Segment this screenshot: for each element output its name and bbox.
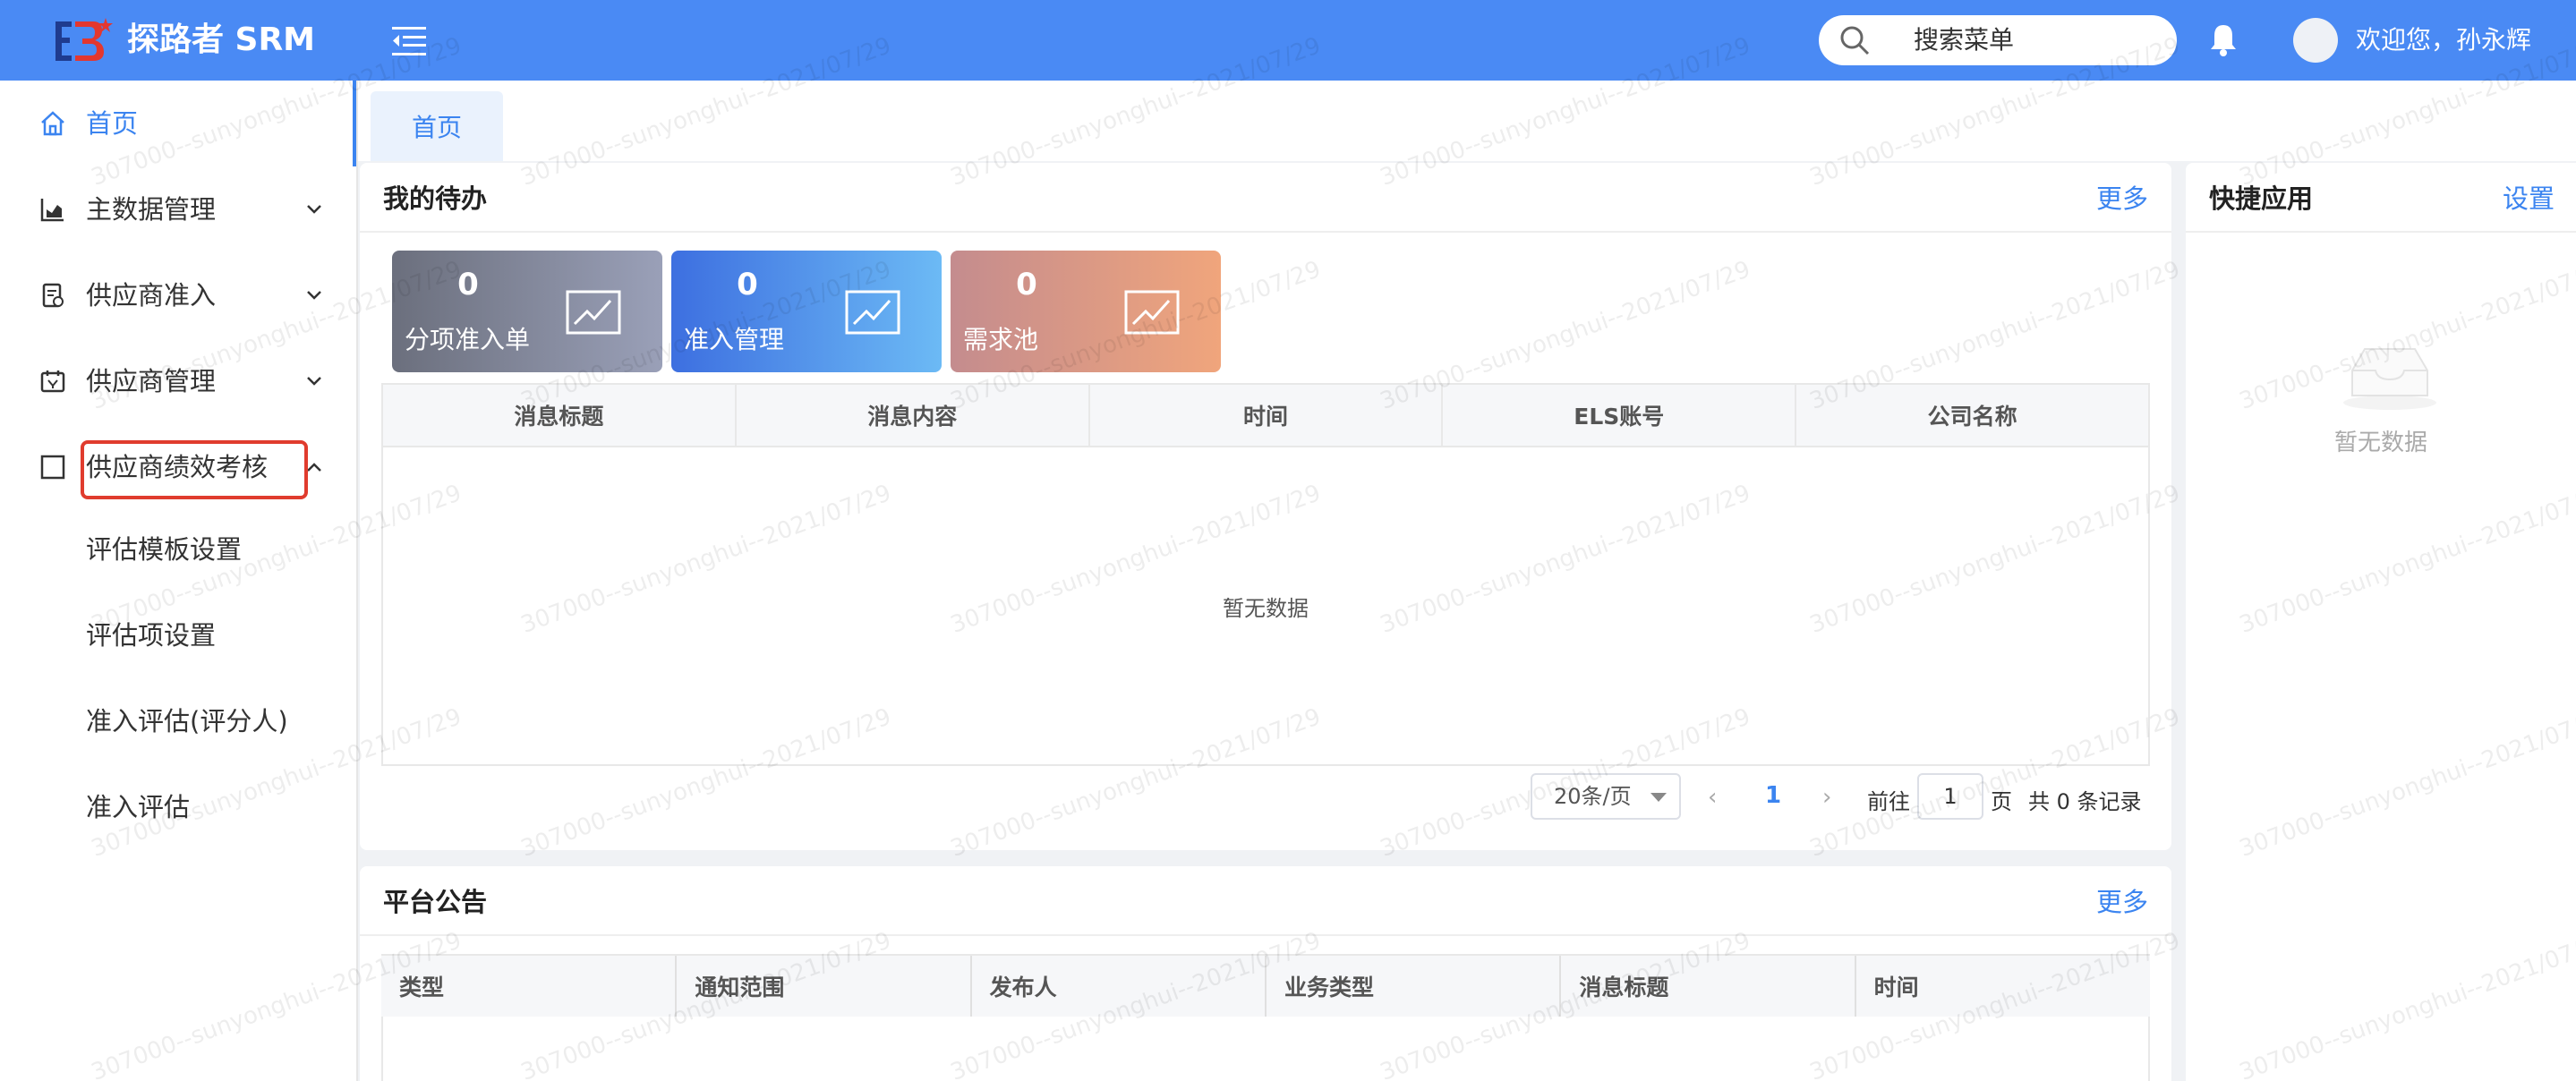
trend-chart-icon (566, 290, 621, 335)
home-icon (41, 111, 64, 136)
sidebar-item-supplier-access[interactable]: 供应商准入 (0, 252, 356, 338)
trend-chart-icon (1124, 290, 1180, 335)
page-size-select[interactable]: 20条/页 (1531, 773, 1681, 820)
column-header[interactable]: 消息标题 (1559, 954, 1855, 1018)
stat-count: 0 (457, 267, 479, 302)
square-icon (40, 455, 65, 480)
trend-chart-icon (845, 290, 900, 335)
notice-title: 平台公告 (383, 887, 488, 917)
sidebar: 首页 主数据管理 供应商准入 供应商管理 供应商绩效考核 评估模板设置 评估项设… (0, 81, 358, 1081)
notice-more-link[interactable]: 更多 (2096, 884, 2148, 920)
next-page-icon[interactable]: › (1822, 784, 1831, 811)
notice-table: 类型 通知范围 发布人 业务类型 消息标题 时间 (381, 954, 2150, 1018)
menu-search-input[interactable]: 搜索菜单 (1819, 15, 2177, 65)
column-header[interactable]: 类型 (381, 954, 677, 1018)
page-size-value: 20条/页 (1554, 784, 1632, 809)
menu-toggle-icon[interactable] (388, 20, 430, 61)
sidebar-item-supplier-manage[interactable]: 供应商管理 (0, 338, 356, 424)
top-header: 探路者 SRM 搜索菜单 欢迎您，孙永辉 (0, 0, 2576, 81)
sidebar-item-master-data[interactable]: 主数据管理 (0, 166, 356, 252)
calendar-icon (40, 370, 65, 393)
chevron-down-icon (307, 377, 321, 386)
column-header[interactable]: 时间 (1088, 383, 1444, 447)
column-header[interactable]: ELS账号 (1441, 383, 1797, 447)
stat-label: 需求池 (963, 325, 1039, 354)
sidebar-item-label: 供应商管理 (86, 366, 217, 396)
chevron-down-icon (307, 205, 321, 214)
column-header[interactable]: 消息标题 (381, 383, 737, 447)
chevron-down-icon (307, 291, 321, 300)
stat-card-access-manage[interactable]: 0 准入管理 (671, 251, 942, 372)
current-page[interactable]: 1 (1765, 782, 1781, 809)
search-placeholder: 搜索菜单 (1914, 25, 2015, 55)
todo-title: 我的待办 (383, 183, 488, 214)
stat-count: 0 (737, 267, 758, 302)
tab-home[interactable]: 首页 (371, 91, 503, 161)
welcome-user[interactable]: 欢迎您，孙永辉 (2356, 23, 2531, 57)
column-header[interactable]: 发布人 (969, 954, 1266, 1018)
prev-page-icon[interactable]: ‹ (1708, 784, 1717, 811)
todo-card-header: 我的待办 更多 (360, 163, 2171, 233)
bell-icon[interactable] (2207, 21, 2239, 57)
tab-bar: 首页 (358, 81, 2576, 161)
column-header[interactable]: 消息内容 (734, 383, 1090, 447)
column-header[interactable]: 通知范围 (675, 954, 971, 1018)
stat-count: 0 (1016, 267, 1037, 302)
empty-box-icon (2343, 348, 2436, 410)
notice-card-header: 平台公告 更多 (360, 866, 2171, 936)
quick-apps-settings-link[interactable]: 设置 (2503, 181, 2555, 217)
quick-apps-title: 快捷应用 (2209, 183, 2314, 214)
sidebar-item-label: 主数据管理 (86, 194, 217, 225)
sidebar-item-label: 供应商准入 (86, 280, 217, 311)
stat-label: 准入管理 (684, 325, 785, 354)
app-title: 探路者 SRM (127, 21, 316, 58)
quick-apps-empty: 暂无数据 (2333, 430, 2427, 456)
quick-apps-header: 快捷应用 设置 (2186, 163, 2576, 233)
caret-down-icon (1651, 793, 1667, 802)
empty-state: 暂无数据 (381, 446, 2150, 766)
stat-label: 分项准入单 (405, 325, 531, 354)
total-records: 共 0 条记录 (2028, 789, 2142, 814)
sidebar-subitem-items[interactable]: 评估项设置 (86, 617, 216, 653)
document-icon (42, 283, 64, 308)
column-header[interactable]: 公司名称 (1795, 383, 2150, 447)
notice-table-body (381, 1017, 2150, 1081)
stat-card-demand-pool[interactable]: 0 需求池 (951, 251, 1221, 372)
todo-more-link[interactable]: 更多 (2096, 181, 2148, 217)
chart-icon (40, 199, 64, 222)
sidebar-item-label: 首页 (86, 108, 139, 139)
app-logo (55, 18, 113, 61)
quick-apps-card: 快捷应用 设置 暂无数据 (2186, 163, 2576, 1081)
sidebar-subitem-scorer-eval[interactable]: 准入评估(评分人) (86, 703, 288, 739)
column-header[interactable]: 业务类型 (1264, 954, 1561, 1018)
todo-table: 消息标题 消息内容 时间 ELS账号 公司名称 暂无数据 (381, 383, 2150, 766)
avatar[interactable] (2293, 18, 2338, 63)
page-unit-label: 页 (1991, 789, 2012, 814)
stat-card-item-access[interactable]: 0 分项准入单 (392, 251, 662, 372)
search-icon (1840, 26, 1870, 55)
goto-page-input[interactable]: 1 (1917, 773, 1983, 820)
goto-label: 前往 (1867, 789, 1910, 814)
highlight-annotation (81, 440, 308, 499)
sidebar-item-home[interactable]: 首页 (0, 81, 356, 166)
column-header[interactable]: 时间 (1854, 954, 2150, 1018)
sidebar-subitem-template[interactable]: 评估模板设置 (86, 532, 242, 567)
